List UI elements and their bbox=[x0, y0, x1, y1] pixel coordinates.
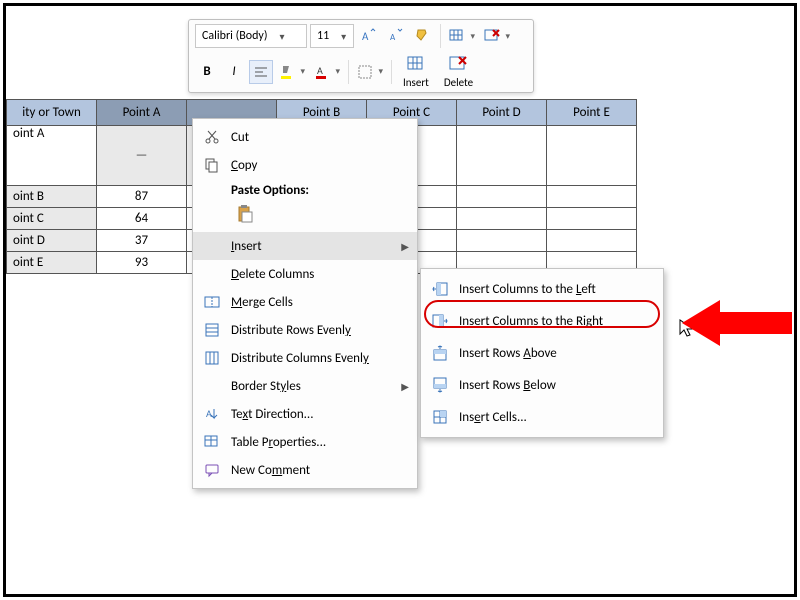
menu-item-insert-cols-right[interactable]: Insert Columns to the Right bbox=[421, 305, 663, 337]
menu-item-insert[interactable]: Insert ▶ bbox=[193, 232, 417, 260]
menu-item-copy[interactable]: Copy bbox=[193, 151, 417, 179]
menu-item-cut[interactable]: Cut bbox=[193, 123, 417, 151]
context-menu: Cut Copy Paste Options: Insert ▶ Delete … bbox=[192, 118, 418, 489]
cell[interactable]: 93 bbox=[97, 252, 187, 274]
cell[interactable] bbox=[457, 126, 547, 186]
cell[interactable] bbox=[547, 230, 637, 252]
menu-item-insert-cols-left[interactable]: Insert Columns to the Left bbox=[421, 273, 663, 305]
menu-item-merge-cells[interactable]: Merge Cells bbox=[193, 288, 417, 316]
distribute-rows-icon bbox=[203, 321, 221, 339]
menu-item-insert-rows-below[interactable]: Insert Rows Below bbox=[421, 369, 663, 401]
annotation-arrow-icon bbox=[682, 298, 792, 348]
svg-text:A: A bbox=[317, 64, 323, 77]
delete-label: Delete bbox=[444, 76, 473, 89]
insert-button[interactable]: Insert bbox=[397, 52, 435, 91]
new-comment-icon bbox=[203, 461, 221, 479]
insert-submenu: Insert Columns to the Left Insert Column… bbox=[420, 268, 664, 438]
table-insert-icon bbox=[406, 54, 426, 74]
cell[interactable]: — bbox=[97, 126, 187, 186]
table-properties-icon bbox=[203, 433, 221, 451]
cell[interactable] bbox=[547, 126, 637, 186]
cell[interactable] bbox=[457, 186, 547, 208]
col-header[interactable]: Point D bbox=[457, 100, 547, 126]
paste-options-heading: Paste Options: bbox=[193, 179, 417, 200]
table-delete-icon[interactable]: ▾ bbox=[481, 24, 513, 48]
chevron-down-icon[interactable]: ▾ bbox=[273, 30, 287, 43]
table-delete-icon bbox=[448, 54, 468, 74]
menu-item-insert-cells[interactable]: Insert Cells... bbox=[421, 401, 663, 433]
font-name-combo[interactable]: Calibri (Body) ▾ bbox=[195, 24, 307, 48]
text-direction-icon: A bbox=[203, 405, 221, 423]
insert-row-below-icon bbox=[431, 376, 449, 394]
svg-text:A: A bbox=[390, 32, 396, 43]
menu-item-delete-columns[interactable]: Delete Columns bbox=[193, 260, 417, 288]
menu-item-new-comment[interactable]: New Comment bbox=[193, 456, 417, 484]
row-header[interactable]: oint D bbox=[7, 230, 97, 252]
font-size-value: 11 bbox=[311, 29, 335, 43]
grow-font-icon[interactable]: A bbox=[357, 24, 381, 48]
cell[interactable]: 64 bbox=[97, 208, 187, 230]
menu-item-insert-rows-above[interactable]: Insert Rows Above bbox=[421, 337, 663, 369]
shrink-font-icon[interactable]: A bbox=[384, 24, 408, 48]
font-name-value: Calibri (Body) bbox=[196, 29, 273, 43]
menu-item-text-direction[interactable]: A Text Direction... bbox=[193, 400, 417, 428]
chevron-down-icon[interactable]: ▾ bbox=[335, 30, 349, 43]
bold-button[interactable]: B bbox=[195, 60, 219, 84]
menu-item-distribute-cols[interactable]: Distribute Columns Evenly bbox=[193, 344, 417, 372]
cell[interactable] bbox=[457, 230, 547, 252]
insert-cells-icon bbox=[431, 408, 449, 426]
cell[interactable]: 37 bbox=[97, 230, 187, 252]
submenu-arrow-icon: ▶ bbox=[401, 240, 409, 253]
insert-label: Insert bbox=[403, 76, 429, 89]
paste-keep-source-button[interactable] bbox=[231, 200, 259, 228]
svg-text:A: A bbox=[362, 30, 369, 43]
insert-col-left-icon bbox=[431, 280, 449, 298]
italic-button[interactable]: I bbox=[222, 60, 246, 84]
submenu-arrow-icon: ▶ bbox=[401, 380, 409, 393]
col-header[interactable]: Point A bbox=[97, 100, 187, 126]
highlight-color-icon[interactable]: ▾ bbox=[276, 60, 308, 84]
mini-toolbar: Calibri (Body) ▾ 11 ▾ A A ▾ ▾ B I ▾ A▾ ▾ bbox=[188, 19, 534, 93]
format-painter-icon[interactable] bbox=[411, 24, 435, 48]
col-header[interactable]: Point E bbox=[547, 100, 637, 126]
cell[interactable] bbox=[457, 208, 547, 230]
row-header[interactable]: oint C bbox=[7, 208, 97, 230]
cell[interactable]: 87 bbox=[97, 186, 187, 208]
font-size-combo[interactable]: 11 ▾ bbox=[310, 24, 354, 48]
col-header[interactable]: ity or Town bbox=[7, 100, 97, 126]
borders-icon[interactable]: ▾ bbox=[354, 60, 386, 84]
svg-text:A: A bbox=[206, 407, 212, 420]
copy-icon bbox=[203, 156, 221, 174]
align-left-icon[interactable] bbox=[249, 60, 273, 84]
clipboard-paste-icon bbox=[235, 204, 255, 224]
scissors-icon bbox=[203, 128, 221, 146]
cell[interactable] bbox=[547, 208, 637, 230]
menu-item-distribute-rows[interactable]: Distribute Rows Evenly bbox=[193, 316, 417, 344]
menu-item-border-styles[interactable]: Border Styles ▶ bbox=[193, 372, 417, 400]
table-insert-icon[interactable]: ▾ bbox=[446, 24, 478, 48]
row-header[interactable]: oint E bbox=[7, 252, 97, 274]
distribute-cols-icon bbox=[203, 349, 221, 367]
font-color-icon[interactable]: A▾ bbox=[311, 60, 343, 84]
menu-item-table-properties[interactable]: Table Properties... bbox=[193, 428, 417, 456]
row-header[interactable]: oint B bbox=[7, 186, 97, 208]
delete-button[interactable]: Delete bbox=[438, 52, 479, 91]
cell[interactable] bbox=[547, 186, 637, 208]
insert-row-above-icon bbox=[431, 344, 449, 362]
insert-col-right-icon bbox=[431, 312, 449, 330]
merge-cells-icon bbox=[203, 293, 221, 311]
row-header[interactable]: oint A bbox=[7, 126, 97, 186]
